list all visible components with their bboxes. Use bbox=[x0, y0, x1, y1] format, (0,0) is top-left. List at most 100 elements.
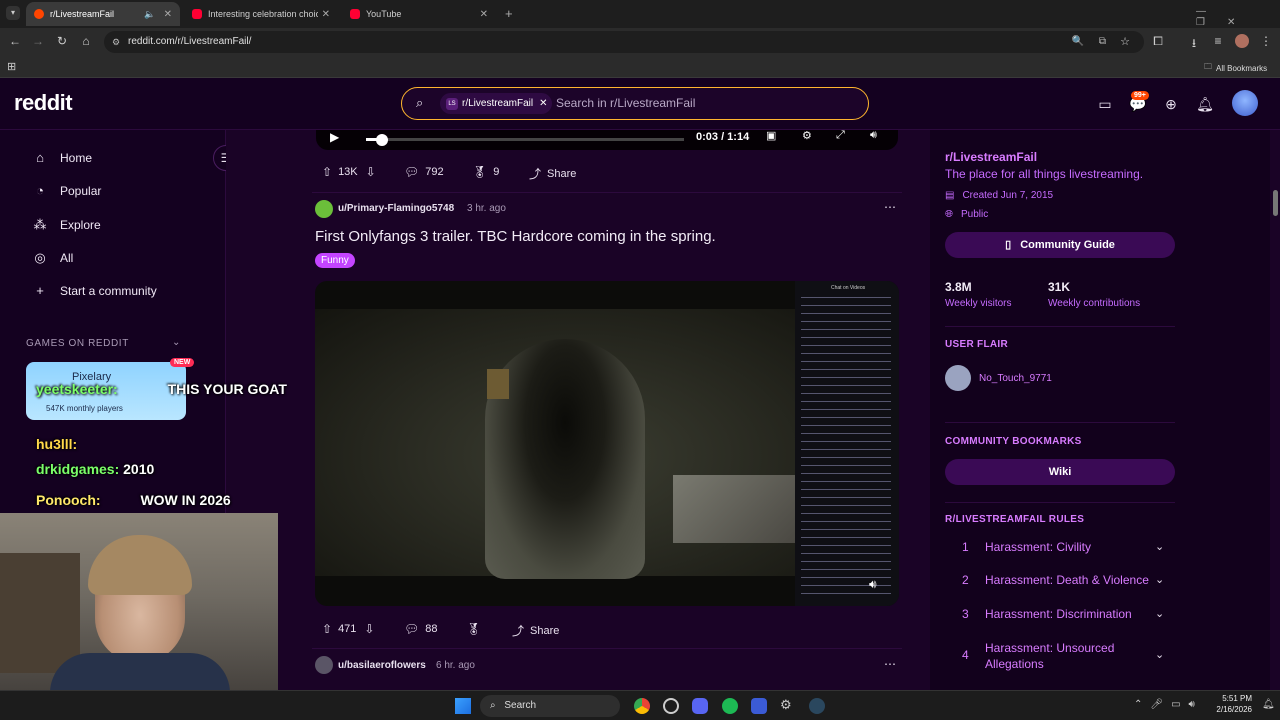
browser-menu-icon[interactable]: ⋮ bbox=[1258, 34, 1274, 48]
windows-start-icon[interactable] bbox=[455, 698, 471, 714]
tab-livestreamfail[interactable]: r/LivestreamFail 🔈 ✕ bbox=[26, 2, 180, 26]
user-avatar[interactable] bbox=[1232, 90, 1258, 116]
author-avatar[interactable] bbox=[315, 656, 333, 674]
post-author[interactable]: u/basilaeroflowers bbox=[338, 660, 426, 671]
rule-item[interactable]: 3 Harassment: Discrimination ⌄ bbox=[945, 607, 1175, 627]
obs-icon[interactable] bbox=[663, 698, 679, 714]
video-scrubber-handle[interactable] bbox=[376, 134, 388, 146]
settings-icon[interactable]: ⚙ bbox=[780, 697, 792, 713]
settings-icon[interactable]: ⚙ bbox=[802, 130, 812, 142]
tab-close-icon[interactable]: ✕ bbox=[164, 9, 172, 20]
app-icon[interactable] bbox=[751, 698, 767, 714]
home-icon[interactable]: ⌂ bbox=[78, 34, 94, 48]
share-button[interactable]: ⤴ Share bbox=[512, 622, 559, 639]
tab-close-icon[interactable]: ✕ bbox=[480, 9, 488, 20]
tab-menu-button[interactable]: ▾ bbox=[6, 6, 20, 20]
search-bar[interactable]: ⌕ LS r/LivestreamFail ✕ Search in r/Live… bbox=[401, 87, 869, 120]
chip-close-icon[interactable]: ✕ bbox=[539, 98, 547, 109]
post-overflow-menu-icon[interactable]: ⋯ bbox=[884, 200, 896, 214]
vote-group[interactable]: ⇧ 13K ⇩ bbox=[322, 165, 382, 179]
vote-group[interactable]: ⇧ 471 ⇩ bbox=[322, 622, 380, 636]
fullscreen-icon[interactable]: ⤢ bbox=[836, 130, 845, 142]
tab-youtube[interactable]: YouTube ✕ bbox=[342, 2, 496, 26]
downvote-icon[interactable]: ⇩ bbox=[364, 622, 374, 636]
new-tab-button[interactable]: + bbox=[505, 6, 513, 21]
extensions-icon[interactable]: ⧠ bbox=[1150, 34, 1166, 49]
volume-icon[interactable]: 🔊︎ bbox=[869, 577, 877, 592]
wiki-button[interactable]: Wiki bbox=[945, 459, 1175, 485]
advertise-icon[interactable]: ▭ bbox=[1096, 95, 1114, 113]
reddit-logo[interactable]: reddit bbox=[14, 90, 73, 116]
all-bookmarks-link[interactable]: 🗀 All Bookmarks bbox=[1204, 61, 1267, 75]
play-icon[interactable]: ▶ bbox=[330, 130, 339, 144]
media-icon[interactable]: ≡ bbox=[1210, 34, 1226, 48]
award-button[interactable]: 🏅︎ 9 bbox=[472, 165, 499, 179]
tab-celebration[interactable]: Interesting celebration choice b ✕ bbox=[184, 2, 338, 26]
chevron-down-icon[interactable]: ⌄ bbox=[172, 337, 180, 348]
rule-item[interactable]: 2 Harassment: Death & Violence ⌄ bbox=[945, 573, 1175, 593]
share-button[interactable]: ⤴ Share bbox=[529, 165, 576, 182]
post-video[interactable]: Chat on Videos 🔊︎ bbox=[315, 281, 899, 606]
rule-item[interactable]: 1 Harassment: Civility ⌄ bbox=[945, 540, 1175, 560]
video-player-top[interactable]: ▶ 0:03 / 1:14 ▣ ⚙ ⤢ 🔊︎ bbox=[316, 130, 898, 150]
chevron-down-icon[interactable]: ⌄ bbox=[1155, 607, 1164, 620]
post-author[interactable]: u/Primary-Flamingo5748 bbox=[338, 203, 454, 214]
subreddit-search-chip[interactable]: LS r/LivestreamFail ✕ bbox=[440, 93, 552, 114]
chevron-down-icon[interactable]: ⌄ bbox=[1155, 573, 1164, 586]
url-field[interactable]: ⚙ reddit.com/r/LivestreamFail/ 🔍 ⧉ ☆ bbox=[104, 31, 1144, 53]
system-tray-icons[interactable]: ⌃🎤︎▭🔊︎ bbox=[1134, 699, 1203, 710]
clock[interactable]: 5:51 PM 2/16/2026 bbox=[1210, 694, 1252, 714]
post-title[interactable]: First Onlyfangs 3 trailer. TBC Hardcore … bbox=[315, 228, 716, 245]
games-heading[interactable]: GAMES ON REDDIT bbox=[26, 338, 129, 349]
sidebar-item-all[interactable]: ◎ All bbox=[32, 250, 73, 266]
steam-icon[interactable] bbox=[809, 698, 825, 714]
user-flair-row[interactable]: No_Touch_9771 bbox=[945, 365, 1052, 391]
video-progress-bar[interactable] bbox=[366, 134, 684, 146]
bookmark-star-icon[interactable]: ☆ bbox=[1120, 31, 1130, 53]
window-controls[interactable]: —❐✕ bbox=[1196, 6, 1280, 28]
reload-icon[interactable]: ↻ bbox=[54, 34, 70, 48]
sidebar-item-popular[interactable]: ◔ Popular bbox=[32, 183, 101, 199]
search-input[interactable]: Search in r/LivestreamFail bbox=[556, 96, 695, 110]
upvote-icon[interactable]: ⇧ bbox=[322, 622, 332, 636]
page-scrollbar[interactable] bbox=[1273, 190, 1278, 216]
chevron-down-icon[interactable]: ⌄ bbox=[1155, 648, 1164, 661]
comments-button[interactable]: 💬︎ 88 bbox=[404, 622, 437, 636]
share-icon: ⤴ bbox=[512, 624, 525, 638]
back-icon[interactable]: ← bbox=[7, 34, 23, 48]
post-overflow-menu-icon[interactable]: ⋯ bbox=[884, 657, 896, 671]
post-flair[interactable]: Funny bbox=[315, 253, 355, 268]
profile-avatar[interactable] bbox=[1235, 34, 1249, 48]
community-guide-button[interactable]: ▯ Community Guide bbox=[945, 232, 1175, 258]
award-icon: 🏅︎ bbox=[466, 622, 482, 636]
create-post-icon[interactable]: ⊕ bbox=[1162, 95, 1180, 113]
install-icon[interactable]: ⧉ bbox=[1099, 31, 1106, 53]
download-icon[interactable]: ⭳ bbox=[1186, 34, 1202, 55]
site-info-icon[interactable]: ⚙ bbox=[112, 31, 120, 53]
downvote-icon[interactable]: ⇩ bbox=[366, 165, 376, 179]
sidebar-item-explore[interactable]: ⁂ Explore bbox=[32, 217, 101, 233]
zoom-icon[interactable]: 🔍 bbox=[1072, 31, 1084, 53]
author-avatar[interactable] bbox=[315, 200, 333, 218]
mute-icon[interactable]: 🔈 bbox=[144, 9, 155, 20]
captions-icon[interactable]: ▣ bbox=[766, 130, 776, 142]
new-badge: NEW bbox=[170, 358, 195, 367]
tab-close-icon[interactable]: ✕ bbox=[322, 9, 330, 20]
taskbar-search[interactable]: ⌕ Search bbox=[480, 695, 620, 717]
award-button[interactable]: 🏅︎ bbox=[466, 622, 487, 636]
spotify-icon[interactable] bbox=[722, 698, 738, 714]
chevron-down-icon[interactable]: ⌄ bbox=[1155, 540, 1164, 553]
bell-icon[interactable]: 🔔︎ bbox=[1196, 95, 1214, 113]
rule-item[interactable]: 4 Harassment: Unsourced Allegations ⌄ bbox=[945, 640, 1175, 676]
sidebar-item-start-community[interactable]: + Start a community bbox=[32, 283, 157, 299]
chrome-icon[interactable] bbox=[634, 698, 650, 714]
volume-icon[interactable]: 🔊︎ bbox=[870, 130, 877, 142]
forward-icon[interactable]: → bbox=[30, 34, 46, 48]
apps-grid-icon[interactable]: ⊞ bbox=[7, 60, 16, 73]
community-name[interactable]: r/LivestreamFail bbox=[945, 150, 1037, 164]
upvote-icon[interactable]: ⇧ bbox=[322, 165, 332, 179]
sidebar-item-home[interactable]: ⌂ Home bbox=[32, 150, 92, 166]
discord-icon[interactable] bbox=[692, 698, 708, 714]
comments-button[interactable]: 💬︎ 792 bbox=[404, 165, 444, 179]
notification-bell-icon[interactable]: 🔔︎ bbox=[1262, 699, 1275, 710]
